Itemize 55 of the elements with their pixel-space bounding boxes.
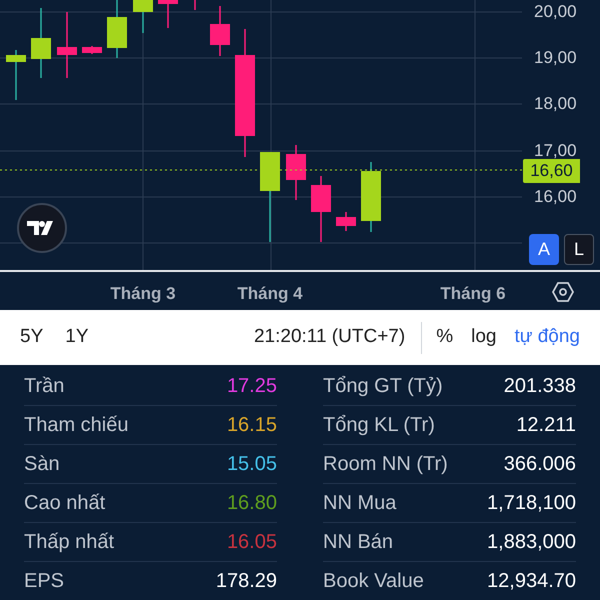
time-axis-label: Tháng 3 [110,283,176,305]
stat-value: 366.006 [504,452,576,477]
clock-text: 21:20:11 (UTC+7) [254,325,406,350]
stat-label: Trần [24,374,64,399]
settings-icon[interactable] [552,281,574,303]
price-axis-label: 16,00 [534,187,577,207]
stat-value: 16.05 [226,530,277,555]
stat-value: 1,718,100 [487,491,576,516]
range-button[interactable]: 5Y [20,323,44,352]
candle [57,12,77,78]
time-axis-label: Tháng 4 [237,283,303,305]
scale-option[interactable]: log [471,323,496,352]
candle [361,162,381,232]
candle [311,176,331,242]
stat-label: Room NN (Tr) [323,452,448,477]
stat-label: Thấp nhất [24,530,114,555]
candle [286,145,306,200]
range-button[interactable]: 1Y [65,323,88,352]
scale-option[interactable]: tự động [514,323,580,352]
scale-button[interactable]: A [529,234,559,265]
candle [107,0,127,58]
stat-label: Tham chiếu [24,413,128,438]
stat-label: Book Value [323,569,424,594]
candle [31,8,51,78]
stat-value: 12,934.70 [487,569,576,594]
stat-value: 16.15 [226,413,277,438]
price-axis-label: 18,00 [534,94,577,114]
stat-label: NN Bán [323,530,394,555]
stat-label: Tổng KL (Tr) [323,413,435,438]
stat-label: Cao nhất [24,491,106,516]
logo-icon[interactable] [17,203,67,253]
stat-value: 16.80 [226,491,277,516]
price-tag: 16,60 [523,159,580,183]
stat-label: EPS [24,569,64,594]
stat-label: Tổng GT (Tỷ) [323,374,443,399]
time-axis-label: Tháng 6 [440,283,506,305]
candle [336,212,356,231]
stat-label: Sàn [24,452,60,477]
candle [6,50,26,100]
scale-button[interactable]: L [564,234,594,265]
stat-value: 1,883,000 [487,530,576,555]
stat-value: 15.05 [226,452,277,477]
stat-value: 178.29 [216,569,277,594]
candle [82,46,102,54]
stat-value: 12.211 [516,413,576,438]
candle [158,0,178,28]
candle [210,6,230,56]
stat-value: 201.338 [504,374,576,399]
candle [133,0,153,33]
stat-value: 17.25 [226,374,277,399]
stat-label: NN Mua [323,491,396,516]
price-axis-label: 19,00 [534,48,577,68]
scale-option[interactable]: % [436,323,454,352]
price-axis-label: 17,00 [534,141,577,161]
price-axis-label: 20,00 [534,2,577,22]
